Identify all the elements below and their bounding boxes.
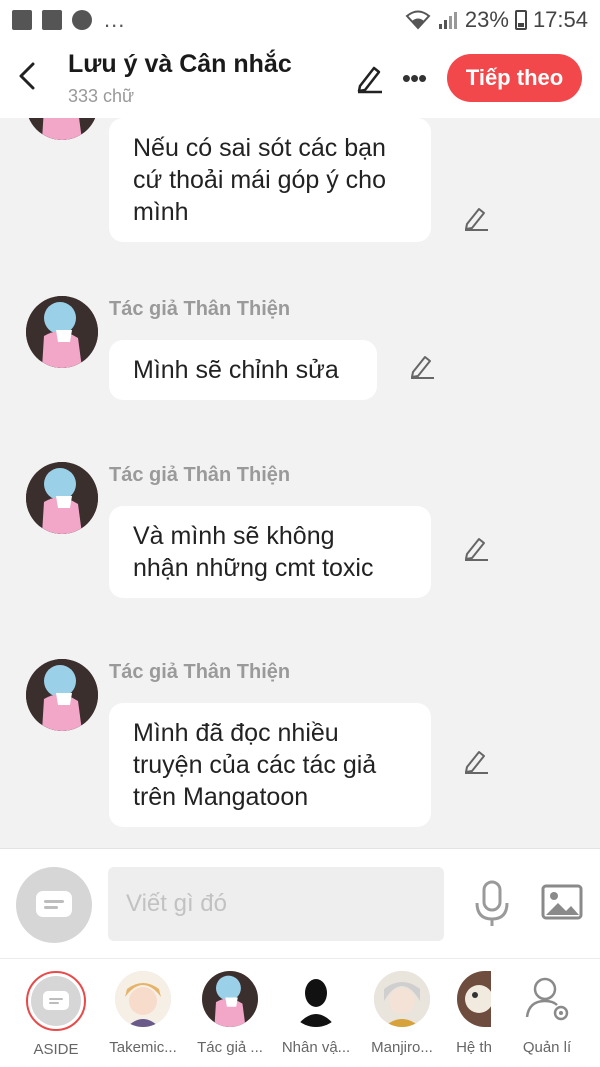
more-notifications: ... xyxy=(104,7,126,32)
avatar-art xyxy=(26,462,98,534)
author-avatar xyxy=(26,659,98,731)
page-title: Lưu ý và Cân nhắc xyxy=(68,50,292,78)
message-composer xyxy=(0,848,600,958)
avatar-art xyxy=(202,971,258,1027)
user-settings-icon xyxy=(525,977,569,1021)
messenger-icon xyxy=(72,10,92,30)
wifi-icon xyxy=(405,10,431,30)
flipboard-icon xyxy=(42,10,62,30)
image-icon xyxy=(541,884,583,920)
message-bubble[interactable]: Nếu có sai sót các bạn cứ thoải mái góp … xyxy=(109,118,431,242)
pencil-icon xyxy=(465,538,488,561)
pencil-icon xyxy=(465,751,488,774)
message-bubble[interactable]: Mình sẽ chỉnh sửa xyxy=(109,340,377,400)
message-line: Mình đã đọc nhiều xyxy=(133,719,339,747)
clock: 17:54 xyxy=(532,7,588,32)
battery-percent: 23% xyxy=(464,7,509,32)
character-name: Hệ th xyxy=(456,1039,492,1056)
author-avatar xyxy=(26,118,98,140)
character-name: Manjiro... xyxy=(371,1039,433,1056)
silhouette-icon xyxy=(288,971,344,1027)
avatar-art xyxy=(457,971,491,1027)
voice-input-button[interactable] xyxy=(470,879,514,929)
battery-icon xyxy=(514,10,527,30)
avatar-art xyxy=(26,659,98,731)
word-count: 333 chữ xyxy=(68,86,135,106)
author-avatar xyxy=(26,462,98,534)
more-dots-icon: ••• xyxy=(401,62,427,93)
character-avatar xyxy=(115,971,171,1027)
edit-message-button[interactable] xyxy=(462,534,490,562)
character-tac-gia[interactable]: Tác giả ... xyxy=(187,971,273,1056)
author-name: Tác giả Thân Thiện xyxy=(109,464,291,486)
message-input[interactable] xyxy=(108,867,444,941)
pencil-icon xyxy=(411,356,434,379)
back-button[interactable] xyxy=(12,56,42,96)
back-arrow-icon xyxy=(19,62,35,90)
message-line: nhận những cmt toxic xyxy=(133,554,374,582)
character-manjiro[interactable]: Manjiro... xyxy=(359,971,445,1056)
message-line: trên Mangatoon xyxy=(133,783,309,811)
avatar-art xyxy=(26,296,98,368)
character-avatar xyxy=(26,971,86,1031)
chat-area[interactable]: Nếu có sai sót các bạn cứ thoải mái góp … xyxy=(0,118,600,848)
pencil-icon xyxy=(357,66,382,94)
manage-characters-button[interactable]: Quản lí xyxy=(504,971,590,1056)
character-avatar xyxy=(202,971,258,1027)
character-avatar xyxy=(457,971,491,1027)
character-avatar xyxy=(288,971,344,1027)
avatar-art xyxy=(26,118,98,140)
pencil-icon xyxy=(465,208,488,231)
character-selector: ASIDE Takemic... Tác giả ... Nhân vậ... … xyxy=(0,958,600,1067)
character-he-thong[interactable]: Hệ th xyxy=(446,971,502,1056)
character-name: ASIDE xyxy=(33,1041,79,1058)
message-bubble[interactable]: Và mình sẽ không nhận những cmt toxic xyxy=(109,506,431,598)
author-name: Tác giả Thân Thiện xyxy=(109,661,291,683)
avatar-art xyxy=(115,971,171,1027)
system-status: 23% 17:54 xyxy=(405,7,588,33)
author-name: Tác giả Thân Thiện xyxy=(109,298,291,320)
avatar-art xyxy=(374,971,430,1027)
message-line: truyện của các tác giả xyxy=(133,751,377,779)
insert-image-button[interactable] xyxy=(540,881,584,925)
edit-title-button[interactable] xyxy=(354,62,386,94)
message-line: cứ thoải mái góp ý cho xyxy=(133,166,386,194)
message-line: Và mình sẽ không xyxy=(133,522,335,550)
status-bar: ... 23% 17:54 xyxy=(0,0,600,40)
character-name: Takemic... xyxy=(109,1039,177,1056)
aside-toggle-button[interactable] xyxy=(16,867,92,943)
message-line: Nếu có sai sót các bạn xyxy=(133,134,386,162)
edit-message-button[interactable] xyxy=(408,352,436,380)
message-line: mình xyxy=(133,198,189,226)
next-button[interactable]: Tiếp theo xyxy=(447,54,582,102)
chat-bubble-icon xyxy=(36,891,72,917)
microphone-icon xyxy=(475,880,509,926)
message-line: Mình sẽ chỉnh sửa xyxy=(133,356,339,384)
edit-message-button[interactable] xyxy=(462,747,490,775)
character-avatar xyxy=(519,971,575,1027)
header: Lưu ý và Cân nhắc 333 chữ ••• Tiếp theo xyxy=(0,40,600,118)
notification-icons: ... xyxy=(12,7,125,33)
character-nhan-vat[interactable]: Nhân vậ... xyxy=(273,971,359,1056)
edit-message-button[interactable] xyxy=(462,204,490,232)
character-takemichi[interactable]: Takemic... xyxy=(100,971,186,1056)
signal-icon xyxy=(438,12,457,29)
message-bubble[interactable]: Mình đã đọc nhiều truyện của các tác giả… xyxy=(109,703,431,827)
chat-bubble-icon xyxy=(43,991,69,1010)
character-aside[interactable]: ASIDE xyxy=(13,971,99,1058)
character-name: Nhân vậ... xyxy=(281,1039,351,1056)
character-name: Quản lí xyxy=(522,1039,572,1056)
image-icon xyxy=(12,10,32,30)
character-name: Tác giả ... xyxy=(197,1039,263,1056)
more-options-button[interactable]: ••• xyxy=(400,62,428,94)
author-avatar xyxy=(26,296,98,368)
character-avatar xyxy=(374,971,430,1027)
